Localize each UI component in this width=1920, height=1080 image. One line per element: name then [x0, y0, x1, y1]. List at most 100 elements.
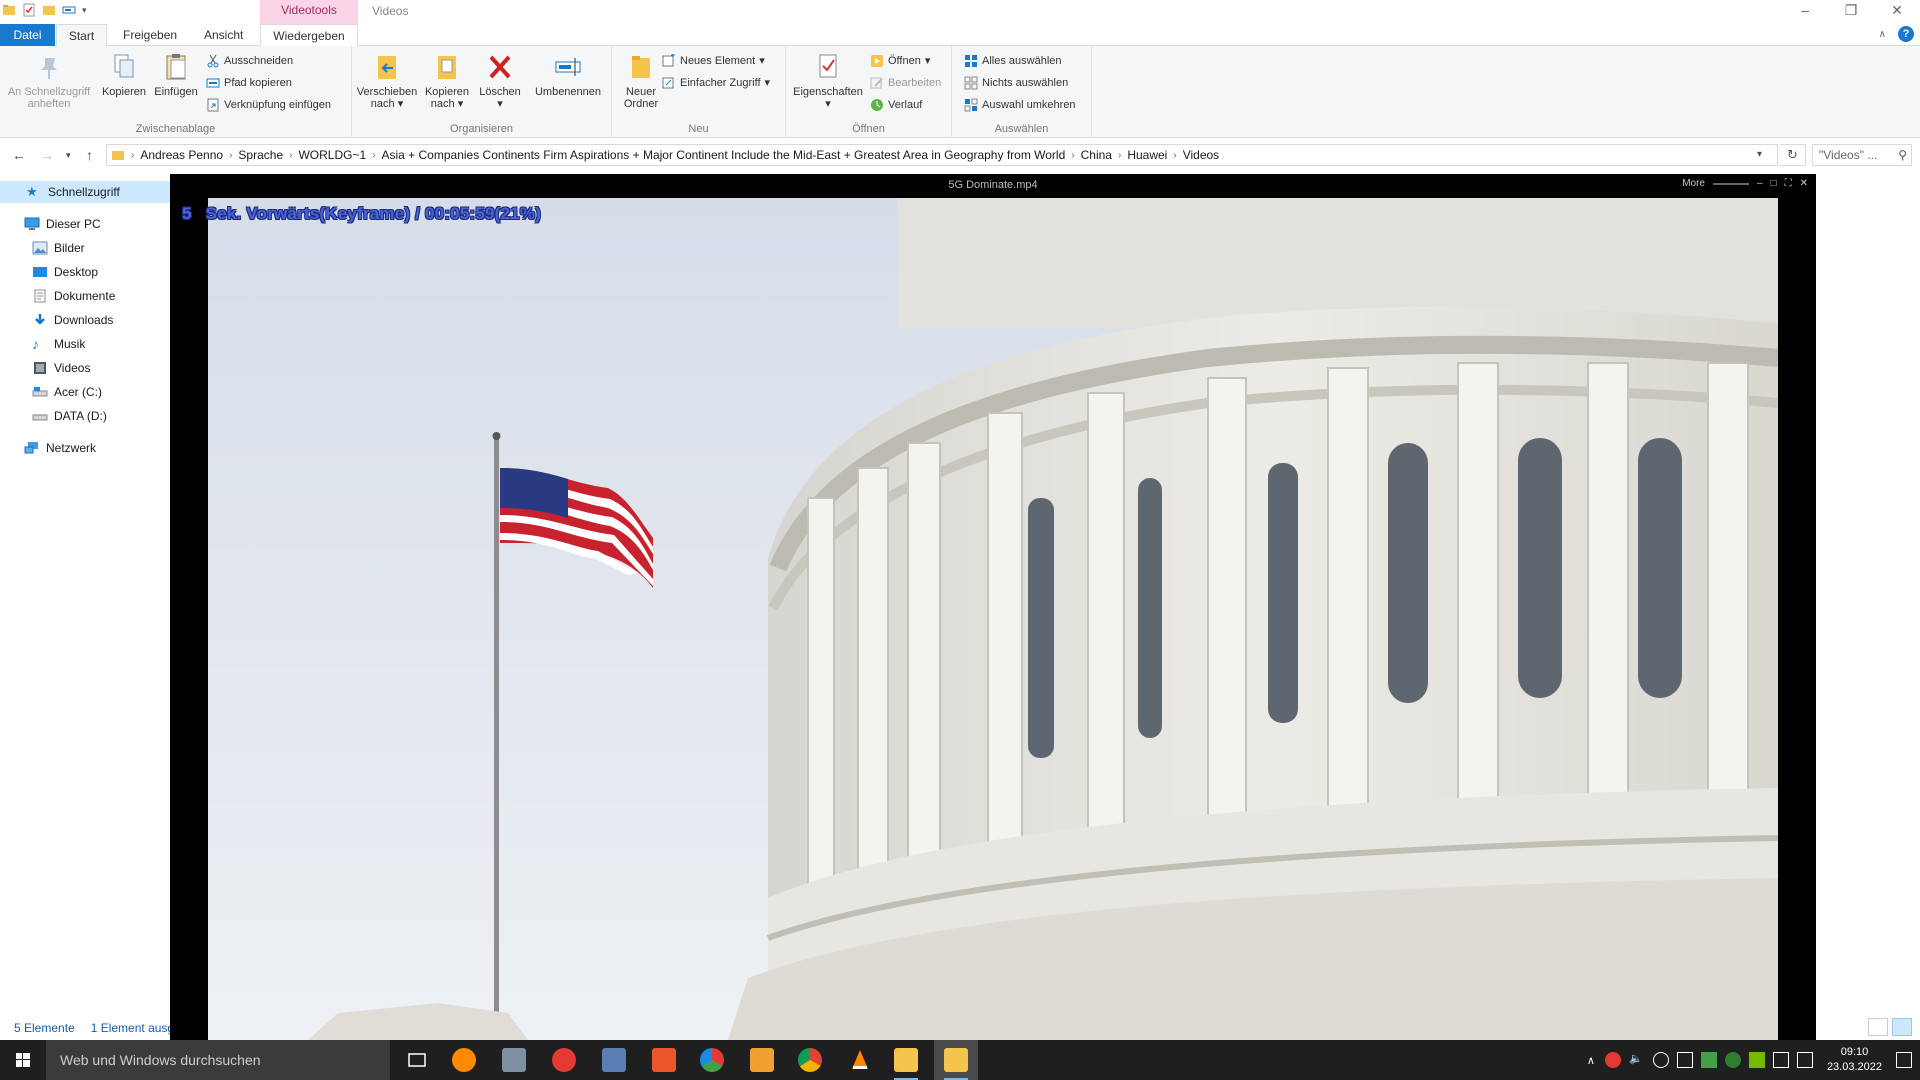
- volume-icon[interactable]: 🔈: [1629, 1052, 1645, 1068]
- new-folder-button[interactable]: Neuer Ordner: [616, 52, 666, 110]
- video-frame[interactable]: [208, 198, 1778, 1040]
- nav-item-drive-d[interactable]: DATA (D:): [0, 405, 170, 427]
- easy-access-button[interactable]: Einfacher Zugriff ▾: [662, 74, 770, 92]
- up-arrow-icon[interactable]: ↑: [86, 147, 93, 163]
- copy-to-button[interactable]: Kopieren nach ▾: [420, 52, 474, 110]
- minimize-icon[interactable]: –: [1757, 178, 1763, 189]
- help-icon[interactable]: ?: [1898, 26, 1914, 42]
- taskbar: Web und Windows durchsuchen ∧ 🔈 09:10 23…: [0, 1040, 1920, 1080]
- properties-button[interactable]: Eigenschaften ▾: [790, 52, 866, 110]
- paste-shortcut-button[interactable]: Verknüpfung einfügen: [206, 96, 331, 114]
- image-editor-icon[interactable]: [602, 1048, 626, 1072]
- nav-item-videos[interactable]: Videos: [0, 357, 170, 379]
- search-input[interactable]: "Videos" ... ⚲: [1812, 144, 1912, 166]
- media-player-icon[interactable]: [944, 1048, 968, 1080]
- address-bar[interactable]: › Andreas Penno › Sprache › WORLDG~1 › A…: [106, 144, 1778, 166]
- nav-item-musik[interactable]: ♪ Musik: [0, 333, 170, 355]
- file-explorer-icon[interactable]: [894, 1048, 918, 1080]
- search-icon[interactable]: ⚲: [1898, 145, 1907, 165]
- copy-path-button[interactable]: Pfad kopieren: [206, 74, 292, 92]
- rename-icon[interactable]: [62, 3, 76, 17]
- battery-icon[interactable]: [1772, 1052, 1789, 1068]
- update-icon[interactable]: [1724, 1052, 1741, 1068]
- picasa-icon[interactable]: [700, 1048, 724, 1072]
- keyboard-icon[interactable]: [1796, 1052, 1813, 1068]
- nav-item-dokumente[interactable]: Dokumente: [0, 285, 170, 307]
- group-new: Neuer Ordner Neues Element ▾ Einfacher Z…: [612, 46, 786, 138]
- nav-network[interactable]: Netzwerk: [0, 437, 170, 459]
- delete-button[interactable]: Löschen ▾: [478, 52, 522, 110]
- collapse-ribbon-icon[interactable]: ∧: [1879, 29, 1886, 40]
- app-icon[interactable]: [502, 1048, 526, 1072]
- clock[interactable]: 09:10 23.03.2022: [1817, 1045, 1892, 1075]
- recent-locations-icon[interactable]: ▾: [66, 150, 71, 161]
- video-player-window[interactable]: 5G Dominate.mp4 More – □ ⛶ ✕ 5 Sek. Vorw…: [170, 174, 1816, 1040]
- minimize-icon[interactable]: –: [1782, 0, 1828, 22]
- nav-this-pc[interactable]: Dieser PC: [0, 213, 170, 235]
- antivirus-icon[interactable]: [1604, 1052, 1621, 1068]
- archive-icon[interactable]: [750, 1048, 774, 1072]
- nav-item-desktop[interactable]: Desktop: [0, 261, 170, 283]
- nav-item-drive-c[interactable]: Acer (C:): [0, 381, 170, 403]
- tab-share[interactable]: Freigeben: [111, 24, 189, 46]
- volume-slider[interactable]: [1713, 182, 1749, 185]
- breadcrumb-item[interactable]: Sprache: [232, 148, 289, 162]
- copy-button[interactable]: Kopieren: [98, 52, 150, 98]
- rename-button[interactable]: Umbenennen: [532, 52, 604, 98]
- network-icon[interactable]: [1676, 1052, 1693, 1068]
- tab-view[interactable]: Ansicht: [192, 24, 255, 46]
- maximize-icon[interactable]: □: [1771, 178, 1777, 189]
- refresh-icon[interactable]: ↻: [1780, 144, 1806, 166]
- close-icon[interactable]: ✕: [1874, 0, 1920, 22]
- history-button[interactable]: Verlauf: [870, 96, 922, 114]
- tab-file[interactable]: Datei: [0, 24, 55, 46]
- tray-overflow-icon[interactable]: ∧: [1581, 1054, 1601, 1067]
- breadcrumb-item[interactable]: Asia + Companies Continents Firm Aspirat…: [376, 148, 1072, 162]
- more-button[interactable]: More: [1682, 178, 1705, 189]
- properties-icon[interactable]: [22, 3, 36, 17]
- cut-button[interactable]: Ausschneiden: [206, 52, 293, 70]
- taskbar-search-input[interactable]: Web und Windows durchsuchen: [46, 1040, 390, 1080]
- office-icon[interactable]: [652, 1048, 676, 1072]
- breadcrumb-item[interactable]: China: [1075, 148, 1118, 162]
- pin-quick-access-button[interactable]: An Schnellzugriff anheften: [6, 52, 92, 110]
- tab-start[interactable]: Start: [56, 24, 107, 46]
- nav-item-downloads[interactable]: Downloads: [0, 309, 170, 331]
- edit-button[interactable]: Bearbeiten: [870, 74, 941, 92]
- player-title: 5G Dominate.mp4: [948, 179, 1038, 191]
- app-tray-icon[interactable]: [1700, 1052, 1717, 1068]
- vlc-icon[interactable]: [848, 1048, 872, 1072]
- breadcrumb-item[interactable]: Videos: [1177, 148, 1225, 162]
- qat-dropdown-icon[interactable]: ▾: [82, 5, 87, 16]
- chat-icon[interactable]: [1652, 1052, 1669, 1068]
- open-button[interactable]: Öffnen ▾: [870, 52, 930, 70]
- paste-button[interactable]: Einfügen: [150, 52, 202, 98]
- select-all-button[interactable]: Alles auswählen: [964, 52, 1062, 70]
- close-icon[interactable]: ✕: [1800, 178, 1808, 189]
- move-to-button[interactable]: Verschieben nach ▾: [356, 52, 418, 110]
- nav-quick-access[interactable]: ★ Schnellzugriff: [0, 181, 170, 203]
- notifications-icon[interactable]: [1896, 1052, 1912, 1068]
- back-arrow-icon[interactable]: ←: [12, 147, 26, 163]
- nvidia-icon[interactable]: [1748, 1052, 1765, 1068]
- fullscreen-icon[interactable]: ⛶: [1785, 178, 1792, 189]
- select-none-button[interactable]: Nichts auswählen: [964, 74, 1068, 92]
- task-view-icon[interactable]: [405, 1048, 429, 1072]
- breadcrumb-item[interactable]: Andreas Penno: [134, 148, 229, 162]
- firefox-icon[interactable]: [452, 1048, 476, 1072]
- large-icons-view-icon[interactable]: [1892, 1018, 1912, 1036]
- forward-arrow-icon[interactable]: →: [40, 147, 54, 163]
- new-item-button[interactable]: Neues Element ▾: [662, 52, 765, 70]
- restore-icon[interactable]: ❐: [1828, 0, 1874, 22]
- nav-item-bilder[interactable]: Bilder: [0, 237, 170, 259]
- chrome-icon[interactable]: [798, 1048, 822, 1072]
- address-dropdown-icon[interactable]: ▾: [1757, 149, 1762, 160]
- invert-selection-button[interactable]: Auswahl umkehren: [964, 96, 1076, 114]
- breadcrumb-item[interactable]: Huawei: [1121, 148, 1173, 162]
- tab-play[interactable]: Wiedergeben: [260, 24, 358, 46]
- new-folder-icon[interactable]: [42, 3, 56, 17]
- details-view-icon[interactable]: [1868, 1018, 1888, 1036]
- start-button[interactable]: [0, 1040, 46, 1080]
- opera-icon[interactable]: [552, 1048, 576, 1072]
- breadcrumb-item[interactable]: WORLDG~1: [292, 148, 372, 162]
